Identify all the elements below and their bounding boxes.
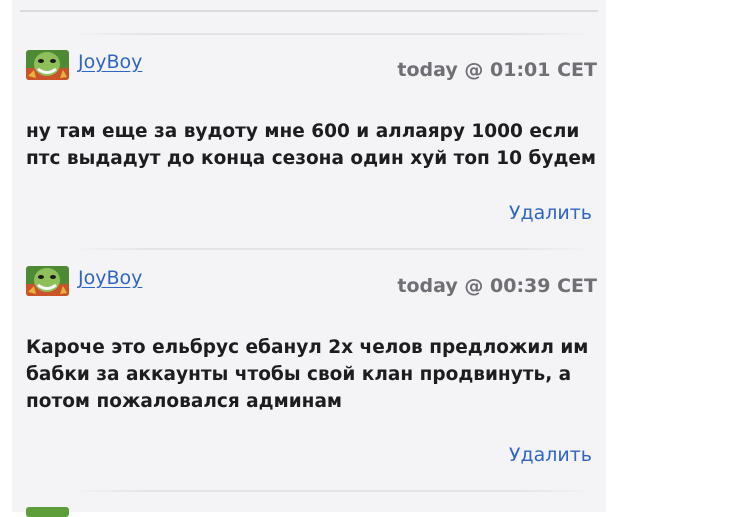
author-link[interactable]: JoyBoy [78, 51, 142, 73]
comment-timestamp: today @ 00:39 CET [397, 275, 597, 297]
comment-divider [72, 490, 592, 492]
avatar[interactable] [26, 507, 69, 517]
comment-text: ну там еще за вудоту мне 600 и аллаяру 1… [26, 121, 597, 169]
avatar[interactable] [26, 266, 69, 296]
comment-timestamp: today @ 01:01 CET [397, 59, 597, 81]
author-link[interactable]: JoyBoy [78, 267, 142, 289]
delete-link[interactable]: Удалить [509, 444, 592, 466]
delete-link[interactable]: Удалить [509, 202, 592, 224]
top-divider [20, 10, 598, 12]
comment-text: Кароче это ельбрус ебанул 2х челов предл… [26, 337, 589, 412]
comment-feed: JoyBoy today @ 01:01 CET ну там еще за в… [12, 0, 606, 517]
comment-divider [72, 248, 592, 250]
comment-divider [72, 33, 592, 35]
avatar[interactable] [26, 50, 69, 80]
